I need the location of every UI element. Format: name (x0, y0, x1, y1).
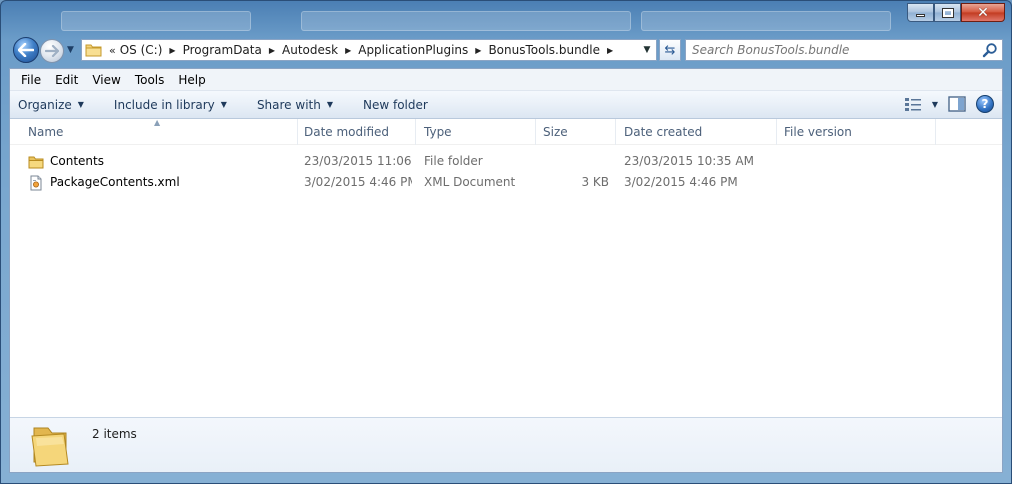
file-row[interactable]: Contents 23/03/2015 11:06 ... File folde… (10, 151, 1002, 172)
file-date-created: 23/03/2015 10:35 AM (624, 154, 754, 168)
background-title-blur (301, 11, 631, 31)
file-date-modified: 23/03/2015 11:06 ... (304, 154, 412, 168)
file-size: 3 KB (581, 175, 609, 189)
organize-label: Organize (18, 97, 72, 112)
maximize-button[interactable] (934, 3, 961, 22)
address-history-dropdown[interactable]: ▼ (638, 40, 656, 60)
menu-tools[interactable]: Tools (128, 73, 172, 87)
chevron-down-icon: ▼ (220, 100, 227, 109)
explorer-window: ✕ ▼ « OS (C:) ▶ ProgramData ▶ Autodesk ▶… (0, 0, 1012, 484)
breadcrumb-item[interactable]: BonusTools.bundle (488, 43, 600, 57)
chevron-down-icon: ▼ (67, 45, 74, 55)
folder-icon (31, 427, 69, 467)
details-pane: 2 items (10, 417, 1002, 472)
search-box[interactable] (685, 39, 1003, 61)
breadcrumb-item[interactable]: Autodesk (282, 43, 338, 57)
recent-pages-button[interactable]: ▼ (67, 45, 77, 55)
menu-view[interactable]: View (85, 73, 127, 87)
minimize-icon (916, 14, 925, 17)
menu-help[interactable]: Help (171, 73, 212, 87)
chevron-right-icon[interactable]: ▶ (607, 46, 613, 55)
file-type: File folder (424, 154, 483, 168)
file-date-modified: 3/02/2015 4:46 PM (304, 175, 412, 189)
column-headers: ▲ Name Date modified Type Size Date crea… (10, 118, 1002, 145)
chevron-right-icon[interactable]: ▶ (475, 46, 481, 55)
include-in-library-label: Include in library (113, 97, 215, 112)
chevron-down-icon: ▼ (77, 100, 84, 109)
chevron-right-icon[interactable]: ▶ (345, 46, 351, 55)
address-bar[interactable]: « OS (C:) ▶ ProgramData ▶ Autodesk ▶ App… (81, 39, 657, 61)
maximize-icon (941, 7, 954, 18)
command-bar-right: ▼ ? (894, 95, 994, 113)
column-header-file-version[interactable]: File version (776, 119, 936, 145)
file-type: XML Document (424, 175, 516, 189)
column-header-size[interactable]: Size (535, 119, 616, 145)
column-header-type[interactable]: Type (416, 119, 536, 145)
refresh-icon: ⇆ (664, 42, 676, 58)
change-view-icon[interactable] (904, 96, 922, 112)
close-button[interactable]: ✕ (961, 3, 1005, 22)
navigation-bar: ▼ « OS (C:) ▶ ProgramData ▶ Autodesk ▶ A… (9, 35, 1003, 65)
refresh-button[interactable]: ⇆ (659, 39, 681, 61)
file-name: PackageContents.xml (50, 175, 180, 189)
chevron-down-icon[interactable]: ▼ (932, 100, 938, 109)
close-icon: ✕ (977, 4, 989, 21)
search-icon[interactable] (982, 42, 998, 58)
search-input[interactable] (686, 41, 982, 59)
share-with-label: Share with (256, 97, 321, 112)
breadcrumb-overflow-button[interactable]: « (109, 44, 116, 57)
breadcrumb-item[interactable]: ApplicationPlugins (358, 43, 468, 57)
folder-icon (85, 44, 102, 57)
menu-bar: File Edit View Tools Help (10, 69, 1002, 91)
chevron-down-icon: ▼ (326, 100, 333, 109)
menu-edit[interactable]: Edit (48, 73, 85, 87)
file-row[interactable]: PackageContents.xml 3/02/2015 4:46 PM XM… (10, 172, 1002, 193)
breadcrumb-item[interactable]: ProgramData (183, 43, 262, 57)
minimize-button[interactable] (907, 3, 934, 22)
file-name: Contents (50, 154, 104, 168)
file-name-cell: Contents (28, 151, 288, 172)
background-title-blur (641, 11, 891, 31)
organize-button[interactable]: Organize ▼ (18, 98, 84, 112)
caption-buttons: ✕ (907, 3, 1005, 24)
new-folder-button[interactable]: New folder (363, 98, 428, 112)
file-name-cell: PackageContents.xml (28, 172, 288, 193)
preview-pane-icon[interactable] (948, 96, 966, 112)
content-area: File Edit View Tools Help Organize ▼ Inc… (9, 68, 1003, 473)
column-header-name[interactable]: Name (20, 119, 298, 145)
item-count: 2 items (92, 427, 137, 441)
column-header-date-modified[interactable]: Date modified (296, 119, 416, 145)
column-header-date-created[interactable]: Date created (616, 119, 777, 145)
back-button[interactable] (13, 37, 39, 63)
breadcrumb: « OS (C:) ▶ ProgramData ▶ Autodesk ▶ App… (103, 43, 620, 57)
forward-arrow-icon (45, 45, 59, 57)
new-folder-label: New folder (363, 97, 428, 112)
xml-file-icon (30, 175, 42, 190)
include-in-library-button[interactable]: Include in library ▼ (114, 98, 227, 112)
breadcrumb-item[interactable]: OS (C:) (120, 43, 163, 57)
chevron-down-icon: ▼ (643, 45, 651, 55)
file-date-created: 3/02/2015 4:46 PM (624, 175, 738, 189)
folder-icon (28, 156, 44, 168)
command-bar: Organize ▼ Include in library ▼ Share wi… (10, 91, 1002, 119)
background-title-blur (61, 11, 251, 31)
menu-file[interactable]: File (14, 73, 48, 87)
share-with-button[interactable]: Share with ▼ (257, 98, 333, 112)
file-size (543, 151, 609, 172)
help-icon[interactable]: ? (976, 95, 994, 113)
file-list: Contents 23/03/2015 11:06 ... File folde… (10, 151, 1002, 193)
chevron-right-icon[interactable]: ▶ (169, 46, 175, 55)
forward-button[interactable] (40, 39, 64, 63)
back-arrow-icon (18, 43, 34, 57)
chevron-right-icon[interactable]: ▶ (269, 46, 275, 55)
